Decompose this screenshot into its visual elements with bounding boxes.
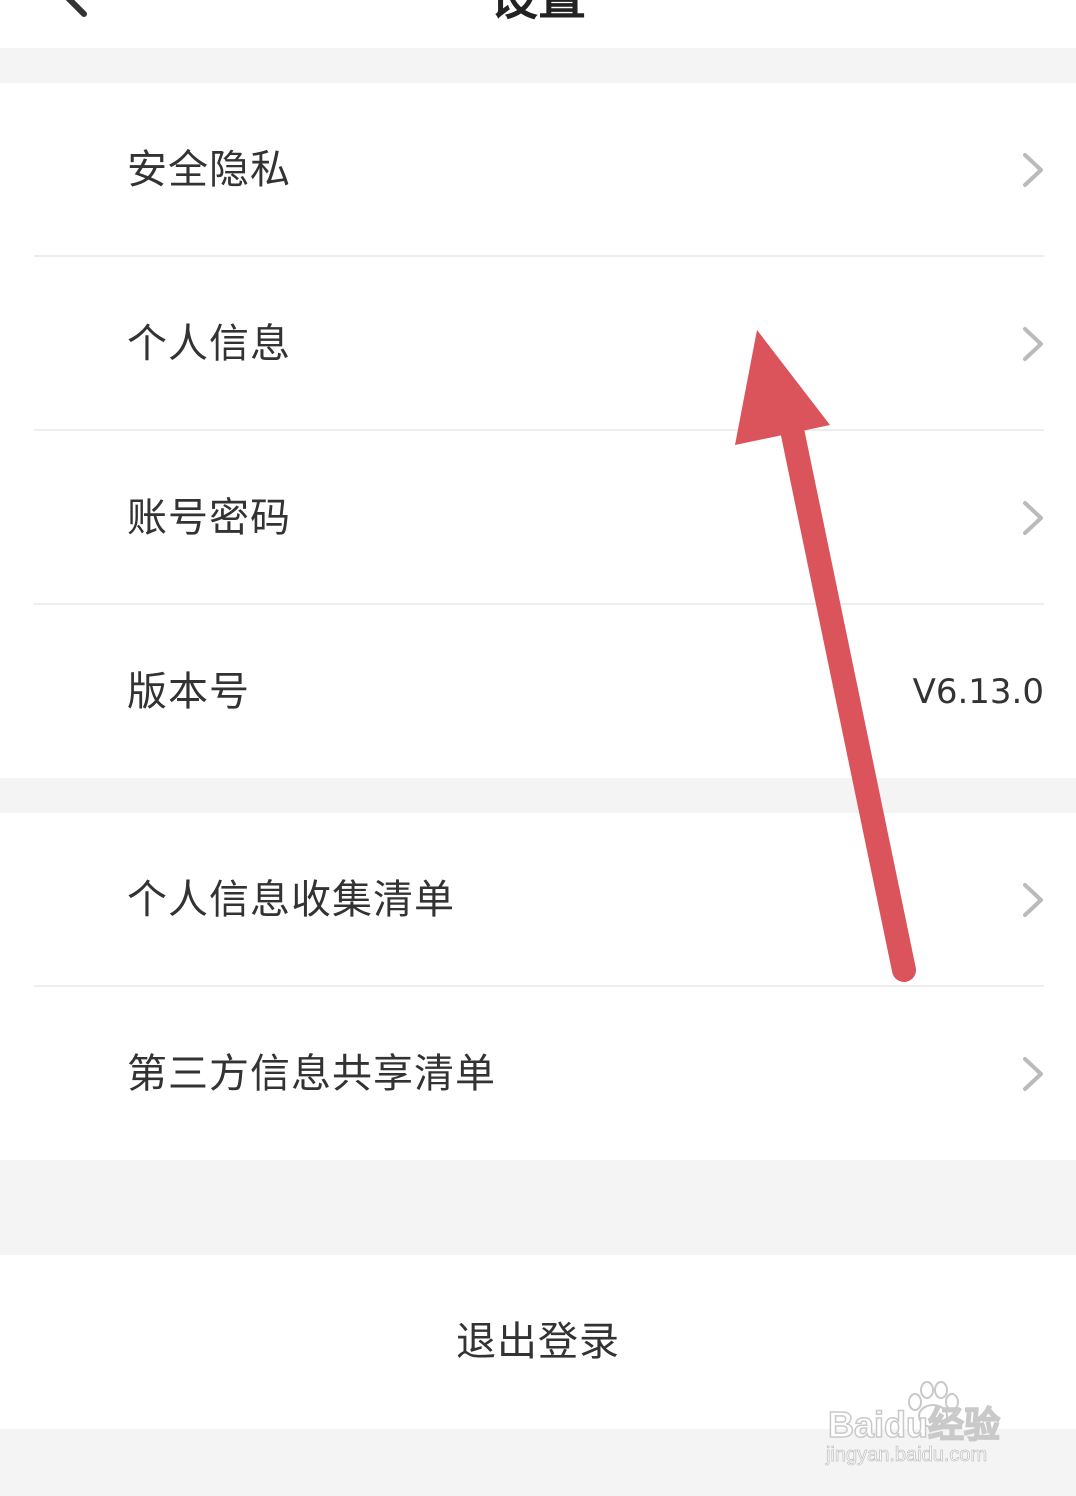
chevron-right-icon bbox=[1023, 1057, 1043, 1091]
settings-group-lists: 个人信息收集清单 第三方信息共享清单 bbox=[0, 813, 1076, 1160]
settings-item-label: 账号密码 bbox=[127, 495, 291, 541]
settings-item-label: 个人信息 bbox=[127, 321, 291, 367]
settings-item-version: 版本号 V6.13.0 bbox=[0, 605, 1076, 779]
baidu-jingyan-watermark: Baidu经验 jingyan.baidu.com bbox=[822, 1378, 1022, 1478]
chevron-right-icon bbox=[1023, 501, 1043, 535]
chevron-right-icon bbox=[1023, 153, 1043, 187]
version-number: V6.13.0 bbox=[912, 672, 1044, 712]
settings-item-label: 第三方信息共享清单 bbox=[127, 1051, 496, 1097]
settings-item-third-party-sharing-list[interactable]: 第三方信息共享清单 bbox=[0, 987, 1076, 1161]
settings-item-personal-info[interactable]: 个人信息 bbox=[0, 257, 1076, 431]
settings-item-label: 版本号 bbox=[127, 669, 250, 715]
settings-item-label: 安全隐私 bbox=[127, 147, 291, 193]
settings-group-main: 安全隐私 个人信息 账号密码 版本号 V6.13.0 bbox=[0, 83, 1076, 778]
chevron-right-icon bbox=[1023, 327, 1043, 361]
watermark-brand: Baidu经验 bbox=[827, 1403, 1001, 1446]
settings-item-info-collection-list[interactable]: 个人信息收集清单 bbox=[0, 813, 1076, 987]
chevron-right-icon bbox=[1023, 883, 1043, 917]
settings-item-label: 个人信息收集清单 bbox=[127, 877, 455, 923]
page-title: 设置 bbox=[0, 0, 1076, 28]
watermark-url: jingyan.baidu.com bbox=[826, 1444, 988, 1467]
top-bar: 设置 bbox=[0, 0, 1076, 48]
settings-item-account-password[interactable]: 账号密码 bbox=[0, 431, 1076, 605]
settings-item-security-privacy[interactable]: 安全隐私 bbox=[0, 83, 1076, 257]
